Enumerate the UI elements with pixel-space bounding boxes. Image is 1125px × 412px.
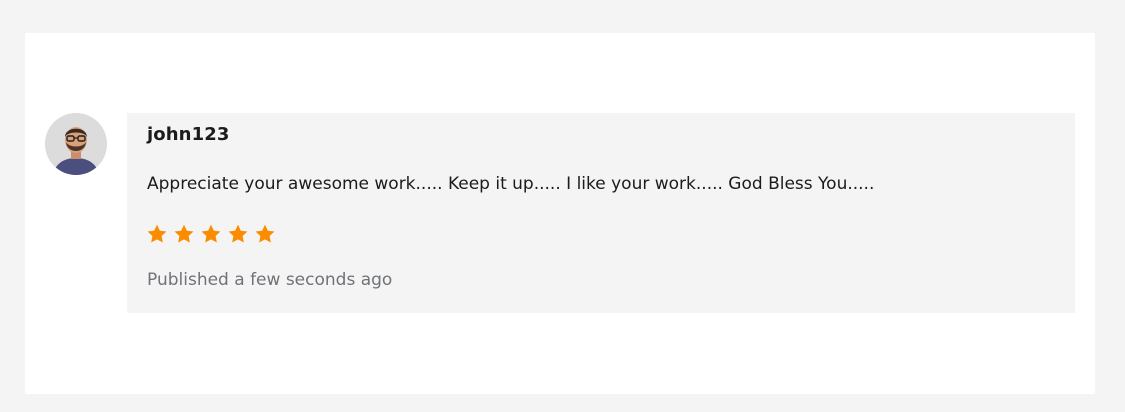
- star-icon: [146, 223, 168, 245]
- review-body: john123 Appreciate your awesome work....…: [127, 113, 1075, 313]
- star-icon: [173, 223, 195, 245]
- star-icon: [254, 223, 276, 245]
- published-timestamp: Published a few seconds ago: [147, 270, 393, 290]
- avatar: [45, 113, 107, 175]
- review-text: Appreciate your awesome work..... Keep i…: [147, 174, 875, 194]
- star-icon: [200, 223, 222, 245]
- avatar-image: [45, 113, 107, 175]
- review-card: john123 Appreciate your awesome work....…: [25, 33, 1095, 394]
- review-username: john123: [147, 124, 230, 145]
- star-icon: [227, 223, 249, 245]
- star-rating: [146, 223, 276, 245]
